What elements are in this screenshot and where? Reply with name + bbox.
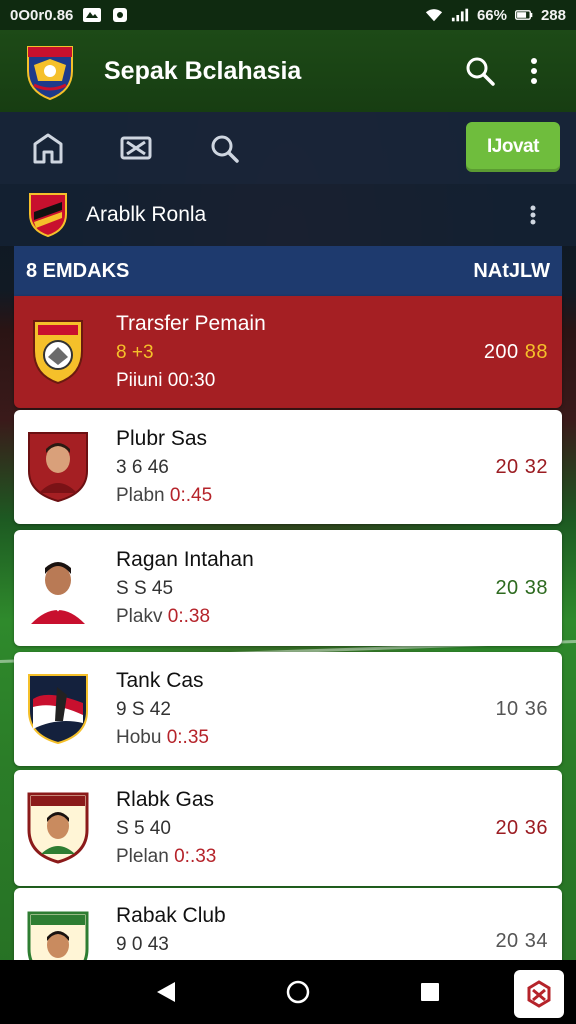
item-info: Rabak Club 9 0 43 bbox=[116, 904, 495, 956]
item-title: Rabak Club bbox=[116, 904, 226, 927]
club-crest-icon bbox=[26, 315, 90, 389]
more-vert-icon[interactable] bbox=[512, 49, 556, 93]
list-item[interactable]: Tank Cas 9 S 42 Hobu 0:.35 10 36 bbox=[14, 652, 562, 766]
team-name: Arablk Ronla bbox=[86, 203, 207, 226]
toolbar: IJovat bbox=[0, 112, 576, 184]
item-meta: S S 45 bbox=[116, 578, 174, 599]
battery-percent: 66% bbox=[476, 6, 507, 24]
item-score: 10 36 bbox=[495, 697, 548, 720]
back-icon[interactable] bbox=[144, 970, 188, 1014]
navigation-bar bbox=[0, 960, 576, 1024]
more-vert-icon[interactable] bbox=[518, 200, 548, 230]
item-info: Tank Cas 9 S 42 Hobu 0:.35 bbox=[116, 669, 495, 749]
app-title: Sepak Bclahasia bbox=[104, 56, 302, 85]
item-title: Ragan Intahan bbox=[116, 548, 254, 571]
status-time-right: 288 bbox=[540, 6, 566, 24]
item-meta: S 5 40 bbox=[116, 818, 171, 839]
item-meta: 9 S 42 bbox=[116, 699, 171, 720]
home-icon[interactable] bbox=[26, 126, 70, 170]
club-logo-icon[interactable] bbox=[20, 41, 80, 101]
item-time: Plelan 0:.33 bbox=[116, 846, 217, 867]
home-circle-icon[interactable] bbox=[276, 970, 320, 1014]
item-title: Tank Cas bbox=[116, 669, 204, 692]
item-meta: 3 6 46 bbox=[116, 457, 169, 478]
item-time: Plakv 0:.38 bbox=[116, 606, 211, 627]
item-info: Plubr Sas 3 6 46 Plabn 0:.45 bbox=[116, 427, 495, 507]
battery-icon bbox=[514, 7, 533, 23]
item-score: 20 36 bbox=[495, 816, 548, 839]
item-time: Hobu 0:.35 bbox=[116, 727, 209, 748]
app-bar: Sepak Bclahasia bbox=[0, 30, 576, 112]
list-item[interactable]: Ragan Intahan S S 45 Plakv 0:.38 20 38 bbox=[14, 530, 562, 646]
item-info: Rlabk Gas S 5 40 Plelan 0:.33 bbox=[116, 788, 495, 868]
player-avatar-icon bbox=[26, 430, 90, 504]
list-item[interactable]: Rlabk Gas S 5 40 Plelan 0:.33 20 36 bbox=[14, 770, 562, 886]
search-icon[interactable] bbox=[202, 126, 246, 170]
item-score: 20 32 bbox=[495, 455, 548, 478]
signal-icon bbox=[451, 7, 469, 23]
list-header: 8 EMDAKS NAtJLW bbox=[14, 246, 562, 296]
team-crest-icon bbox=[28, 192, 68, 238]
player-avatar-icon bbox=[26, 551, 90, 625]
list-item-featured[interactable]: Trarsfer Pemain 8 +3 Piiuni 00:30 200 88 bbox=[14, 296, 562, 408]
wifi-icon bbox=[425, 7, 443, 23]
list-header-right[interactable]: NAtJLW bbox=[473, 260, 550, 283]
team-row[interactable]: Arablk Ronla bbox=[0, 184, 576, 246]
list-item[interactable]: Plubr Sas 3 6 46 Plabn 0:.45 20 32 bbox=[14, 410, 562, 524]
status-bar: 0O0r0.86 66% 288 bbox=[0, 0, 576, 30]
item-score: 200 88 bbox=[483, 340, 548, 363]
search-icon[interactable] bbox=[458, 49, 502, 93]
item-score: 20 38 bbox=[495, 576, 548, 599]
list-header-left: 8 EMDAKS bbox=[26, 259, 130, 282]
action-button[interactable]: IJovat bbox=[466, 122, 560, 172]
item-title: Trarsfer Pemain bbox=[116, 312, 266, 335]
recents-icon[interactable] bbox=[408, 970, 452, 1014]
transfer-icon[interactable] bbox=[114, 126, 158, 170]
item-meta: 8 +3 bbox=[116, 342, 154, 363]
player-badge-icon bbox=[26, 791, 90, 865]
item-title: Rlabk Gas bbox=[116, 788, 215, 811]
notification-icon bbox=[83, 7, 102, 23]
status-clock: 0O0r0.86 bbox=[10, 6, 74, 24]
item-time: Piiuni 00:30 bbox=[116, 370, 216, 391]
item-info: Trarsfer Pemain 8 +3 Piiuni 00:30 bbox=[116, 312, 484, 392]
app-shortcut-icon[interactable] bbox=[514, 970, 564, 1018]
item-score: 20 34 bbox=[495, 930, 548, 952]
club-crest-icon bbox=[26, 672, 90, 746]
item-time: Plabn 0:.45 bbox=[116, 485, 213, 506]
item-meta: 9 0 43 bbox=[116, 934, 169, 955]
item-info: Ragan Intahan S S 45 Plakv 0:.38 bbox=[116, 548, 495, 628]
item-title: Plubr Sas bbox=[116, 427, 208, 450]
shield-notification-icon bbox=[111, 7, 129, 23]
